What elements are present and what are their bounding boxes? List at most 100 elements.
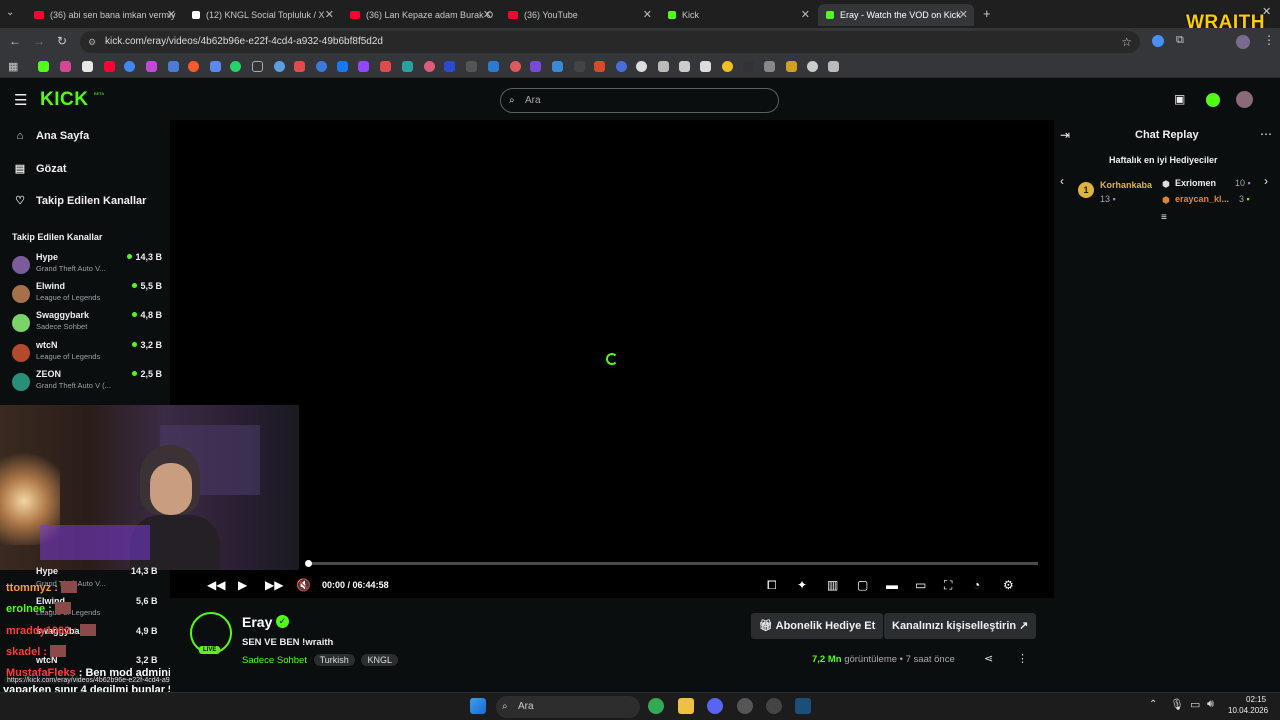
rewind-icon[interactable]: ◀◀	[207, 578, 225, 592]
bookmark-icon[interactable]	[743, 61, 754, 72]
bookmark-x-icon[interactable]	[82, 61, 93, 72]
tray-chevron-icon[interactable]: ⌃	[1149, 699, 1157, 710]
followed-channel[interactable]: Hype Grand Theft Auto V... 14,3 B	[12, 252, 162, 280]
bookmark-icon[interactable]	[574, 61, 585, 72]
network-icon[interactable]: ▭	[1190, 698, 1200, 711]
bookmark-reddit-icon[interactable]	[188, 61, 199, 72]
chevron-left-icon[interactable]: ‹	[1060, 174, 1064, 188]
miniplayer-icon[interactable]: ▢	[857, 578, 868, 592]
close-icon[interactable]: ✕	[325, 8, 334, 21]
mute-icon[interactable]: 🔇	[296, 578, 311, 592]
fast-forward-icon[interactable]: ▶▶	[265, 578, 283, 592]
expand-icon[interactable]: ≡	[1161, 212, 1167, 223]
gifter-name[interactable]: Korhankaba	[1100, 180, 1152, 190]
forward-icon[interactable]: →	[33, 34, 45, 48]
search-input[interactable]: ⌕ Ara	[500, 88, 779, 113]
bookmark-icon[interactable]	[828, 61, 839, 72]
kick-logo[interactable]: KICK	[40, 89, 88, 111]
collapse-chat-icon[interactable]: ⇥	[1060, 128, 1070, 142]
browser-tab[interactable]: (36) Lan Kepaze adam Burak O ✕	[342, 4, 498, 26]
nav-browse[interactable]: ▤ Gözat	[14, 162, 67, 176]
gift-subscription-button[interactable]: 🎁︎ Abonelik Hediye Et	[751, 613, 884, 639]
bookmark-facebook-icon[interactable]	[337, 61, 348, 72]
close-window-icon[interactable]: ✕	[1262, 5, 1271, 18]
theater-icon[interactable]: ▬	[886, 578, 898, 592]
microphone-icon[interactable]: 🎙︎	[1170, 698, 1184, 711]
bookmark-icon[interactable]	[210, 61, 221, 72]
star-icon[interactable]: ☆	[1121, 31, 1132, 53]
bookmark-icon[interactable]	[679, 61, 690, 72]
app-icon[interactable]	[737, 698, 753, 714]
close-icon[interactable]: ✕	[801, 8, 810, 21]
bookmark-icon[interactable]	[658, 61, 669, 72]
bookmark-icon[interactable]	[252, 61, 263, 72]
close-icon[interactable]: ✕	[643, 8, 652, 21]
bookmark-icon[interactable]	[807, 61, 818, 72]
stats-icon[interactable]: ▥	[827, 578, 838, 592]
bookmark-icon[interactable]	[274, 61, 285, 72]
windows-start-icon[interactable]	[470, 698, 486, 714]
apps-icon[interactable]: ▦	[8, 60, 18, 73]
address-bar[interactable]: ⚙ kick.com/eray/videos/4b62b96e-e22f-4cd…	[80, 31, 1140, 53]
bookmark-icon[interactable]	[466, 61, 477, 72]
chrome-icon[interactable]	[648, 698, 664, 714]
bookmark-icon[interactable]	[552, 61, 563, 72]
followed-channel[interactable]: wtcN League of Legends 3,2 B	[12, 340, 162, 368]
clip-icon[interactable]: ⧠	[767, 578, 777, 593]
creator-dashboard-icon[interactable]: ▣	[1174, 92, 1185, 106]
browser-tab[interactable]: Kick ✕	[660, 4, 816, 26]
captions-icon[interactable]: ▭	[915, 578, 926, 592]
tag-kngl[interactable]: KNGL	[361, 654, 398, 666]
nav-following[interactable]: ♡ Takip Edilen Kanallar	[14, 194, 146, 208]
bookmark-icon[interactable]	[700, 61, 711, 72]
user-avatar[interactable]	[1236, 91, 1253, 108]
close-icon[interactable]: ✕	[483, 8, 492, 21]
bookmark-icon[interactable]	[316, 61, 327, 72]
nav-home[interactable]: ⌂ Ana Sayfa	[14, 130, 90, 142]
settings-icon[interactable]: ⚙	[1003, 578, 1014, 592]
steam-icon[interactable]	[795, 698, 811, 714]
profile-avatar[interactable]	[1236, 35, 1250, 49]
followed-channel[interactable]: Swaggybark Sadece Sohbet 4,8 B	[12, 310, 162, 338]
bookmark-icon[interactable]	[636, 61, 647, 72]
followed-channel[interactable]: ZEON Grand Theft Auto V (... 2,5 B	[12, 369, 162, 397]
tab-search-icon[interactable]: ⌄	[6, 7, 14, 18]
gifter-name[interactable]: eraycan_kl...	[1175, 194, 1229, 204]
category-link[interactable]: Sadece Sohbet	[242, 655, 307, 666]
share-icon[interactable]: ⋖	[984, 652, 993, 665]
bookmark-whatsapp-icon[interactable]	[230, 61, 241, 72]
chevron-right-icon[interactable]: ›	[1264, 174, 1268, 188]
bookmark-icon[interactable]	[168, 61, 179, 72]
customize-channel-button[interactable]: Kanalınızı kişiselleştirin ↗	[884, 613, 1037, 639]
gifter-name[interactable]: Exriomen	[1175, 178, 1216, 188]
bookmark-icon[interactable]	[488, 61, 499, 72]
play-icon[interactable]: ▶	[238, 578, 247, 592]
bookmark-icon[interactable]	[786, 61, 797, 72]
more-options-icon[interactable]: ⋮	[1017, 652, 1028, 665]
discord-icon[interactable]	[707, 698, 723, 714]
browser-tab[interactable]: (36) YouTube ✕	[500, 4, 658, 26]
channel-name[interactable]: Eray	[242, 614, 272, 630]
progress-bar[interactable]	[307, 562, 1038, 565]
browser-tab-active[interactable]: Eray - Watch the VOD on Kick ✕	[818, 4, 974, 26]
back-icon[interactable]: ←	[9, 34, 21, 48]
bookmark-icon[interactable]	[380, 61, 391, 72]
extension-icon[interactable]	[1152, 35, 1164, 47]
bookmark-icon[interactable]	[146, 61, 157, 72]
bookmark-instagram-icon[interactable]	[60, 61, 71, 72]
bookmark-icon[interactable]	[764, 61, 775, 72]
bookmark-icon[interactable]	[530, 61, 541, 72]
bookmark-icon[interactable]	[594, 61, 605, 72]
bookmark-icon[interactable]	[616, 61, 627, 72]
tag-turkish[interactable]: Turkish	[313, 654, 355, 666]
bookmark-google-icon[interactable]	[124, 61, 135, 72]
followed-channel[interactable]: Elwind League of Legends 5,5 B	[12, 281, 162, 309]
bookmark-icon[interactable]	[402, 61, 413, 72]
sparkle-icon[interactable]: ✦	[797, 578, 807, 592]
volume-icon[interactable]: 🔊︎	[1207, 698, 1214, 711]
taskbar-search[interactable]: ⌕ Ara	[496, 696, 640, 718]
speed-icon[interactable]: ◔	[973, 578, 980, 592]
chat-more-icon[interactable]: ⋯	[1260, 127, 1272, 141]
kick-account-icon[interactable]	[1206, 93, 1220, 107]
bookmark-icon[interactable]	[294, 61, 305, 72]
